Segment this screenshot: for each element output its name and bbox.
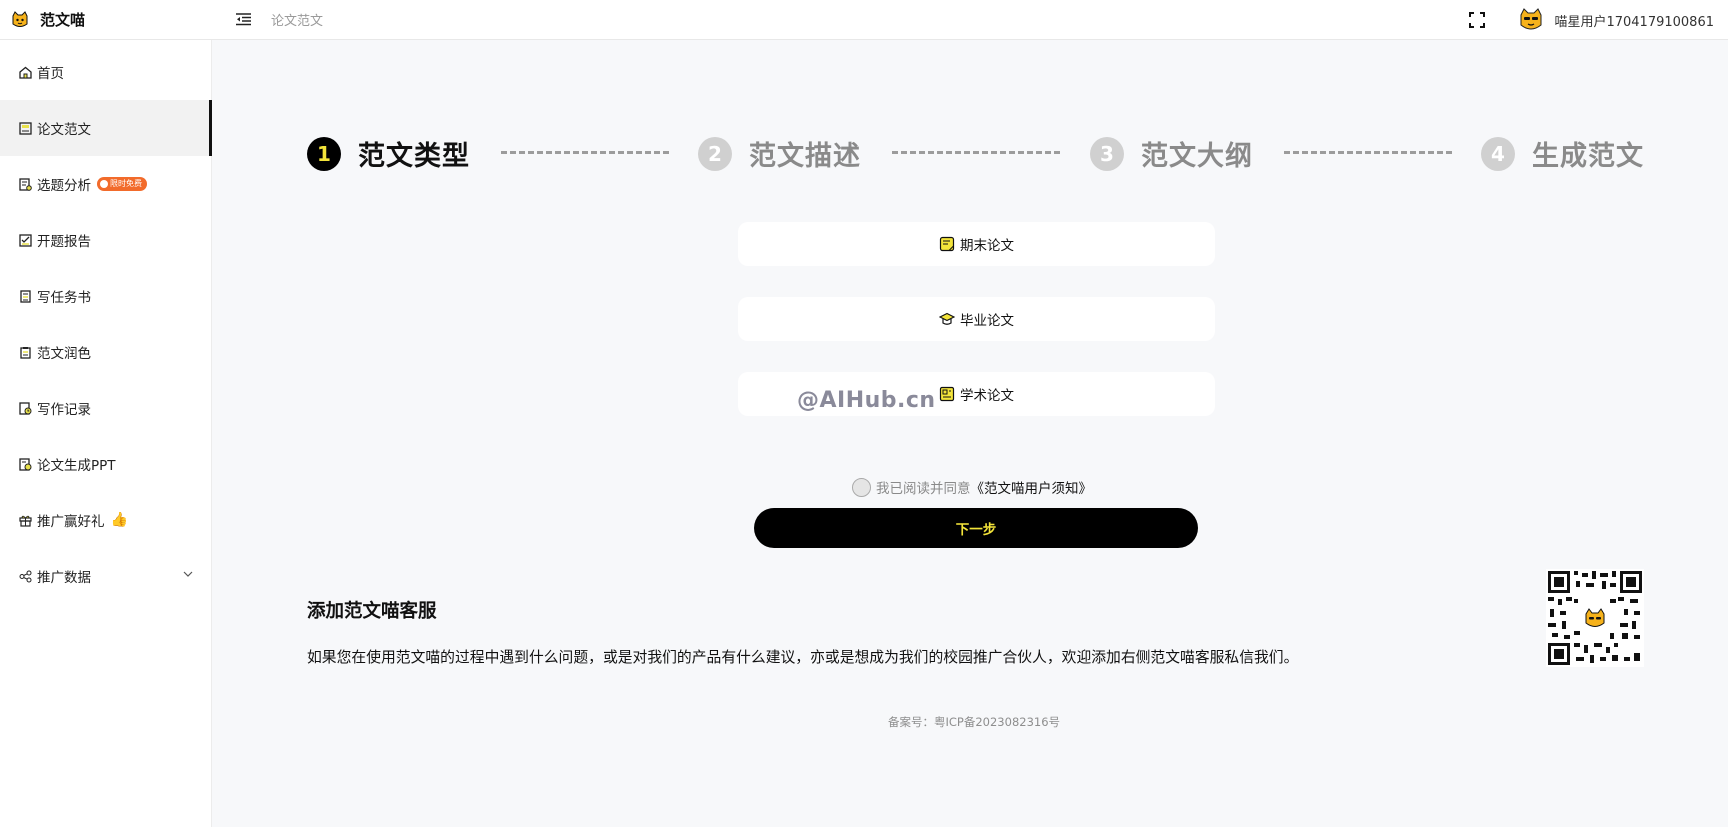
step-number: 3	[1090, 136, 1124, 171]
step-number: 1	[307, 136, 341, 171]
sidebar-item-label: 写任务书	[37, 290, 91, 306]
username[interactable]: 喵星用户1704179100861	[1554, 11, 1714, 30]
cat-logo-icon	[12, 10, 28, 27]
document-icon	[17, 120, 33, 136]
sidebar-item-polish[interactable]: 范文润色	[0, 324, 212, 380]
user-agreement-link[interactable]: 《范文喵用户须知》	[971, 477, 1093, 497]
checklist-icon	[17, 232, 33, 248]
sidebar-item-essays[interactable]: 论文范文	[0, 100, 212, 156]
step-description: 2 范文描述	[698, 134, 861, 173]
fullscreen-icon[interactable]	[1468, 11, 1486, 29]
step-type: 1 范文类型	[307, 134, 470, 173]
academic-icon	[939, 386, 955, 402]
sidebar-item-label: 推广赢好礼	[37, 514, 105, 530]
step-label: 范文大纲	[1141, 141, 1253, 172]
share-icon	[17, 568, 33, 584]
agree-radio[interactable]	[852, 477, 871, 497]
sidebar-item-home[interactable]: 首页	[0, 44, 212, 100]
sidebar-item-label: 首页	[37, 66, 64, 82]
free-badge: 限时免费	[97, 177, 147, 191]
step-outline: 3 范文大纲	[1090, 134, 1253, 173]
topic-icon	[17, 176, 33, 192]
app-logo[interactable]: 范文喵	[10, 9, 220, 30]
watermark: @AIHub.cn	[797, 388, 936, 413]
sidebar-item-label: 选题分析	[37, 178, 91, 194]
sidebar-item-history[interactable]: 写作记录	[0, 380, 212, 436]
sidebar-item-topic-analysis[interactable]: 选题分析 限时免费	[0, 156, 212, 212]
step-label: 生成范文	[1532, 141, 1644, 172]
sidebar-item-label: 论文范文	[37, 122, 91, 138]
sidebar-item-promotion-data[interactable]: 推广数据	[0, 548, 212, 604]
thumbs-up-icon: 👍	[110, 512, 128, 528]
sidebar-item-label: 推广数据	[37, 570, 91, 586]
sidebar-item-promotion[interactable]: 推广赢好礼 👍	[0, 492, 212, 548]
step-generate: 4 生成范文	[1481, 134, 1644, 173]
option-label: 毕业论文	[960, 313, 1014, 329]
icp-record[interactable]: 备案号：粤ICP备2023082316号	[888, 714, 1060, 730]
next-step-button[interactable]: 下一步	[754, 508, 1198, 548]
note-icon	[939, 236, 955, 252]
step-label: 范文描述	[749, 141, 861, 172]
option-label: 期末论文	[960, 238, 1014, 254]
step-label: 范文类型	[358, 141, 470, 172]
option-final-paper[interactable]: 期末论文	[738, 222, 1215, 266]
agreement-row: 我已阅读并同意 《范文喵用户须知》	[852, 477, 1092, 497]
agreement-text: 我已阅读并同意	[876, 481, 971, 497]
ppt-icon	[17, 456, 33, 472]
qr-code-icon	[1546, 569, 1644, 667]
menu-collapse-icon[interactable]	[233, 10, 253, 30]
option-label: 学术论文	[960, 388, 1014, 404]
polish-icon	[17, 344, 33, 360]
top-header: 范文喵 论文范文 喵星用户1704179100861	[0, 0, 1728, 40]
app-name: 范文喵	[40, 11, 86, 29]
step-connector	[892, 151, 1060, 154]
history-icon	[17, 400, 33, 416]
support-title: 添加范文喵客服	[307, 601, 437, 622]
sidebar-item-label: 开题报告	[37, 234, 91, 250]
step-number: 4	[1481, 136, 1515, 171]
support-description: 如果您在使用范文喵的过程中遇到什么问题，或是对我们的产品有什么建议，亦或是想成为…	[307, 649, 1299, 666]
graduation-cap-icon	[939, 312, 955, 325]
sidebar-item-label: 范文润色	[37, 346, 91, 362]
step-connector	[1284, 151, 1452, 154]
step-number: 2	[698, 136, 732, 171]
sidebar-item-task-book[interactable]: 写任务书	[0, 268, 212, 324]
sidebar: 首页 论文范文 选题分析 限时免费 开题报告 写任务书 范文润色 写作记录 论文…	[0, 40, 212, 827]
breadcrumb: 论文范文	[271, 14, 324, 29]
sidebar-item-label: 写作记录	[37, 402, 91, 418]
option-graduation-paper[interactable]: 毕业论文	[738, 297, 1215, 341]
avatar[interactable]	[1518, 7, 1544, 33]
sidebar-item-label: 论文生成PPT	[37, 458, 116, 474]
sidebar-item-proposal[interactable]: 开题报告	[0, 212, 212, 268]
home-icon	[17, 64, 33, 80]
step-connector	[501, 151, 669, 154]
sidebar-item-ppt[interactable]: 论文生成PPT	[0, 436, 212, 492]
gift-icon	[17, 512, 33, 528]
chevron-down-icon[interactable]	[182, 568, 194, 580]
task-icon	[17, 288, 33, 304]
